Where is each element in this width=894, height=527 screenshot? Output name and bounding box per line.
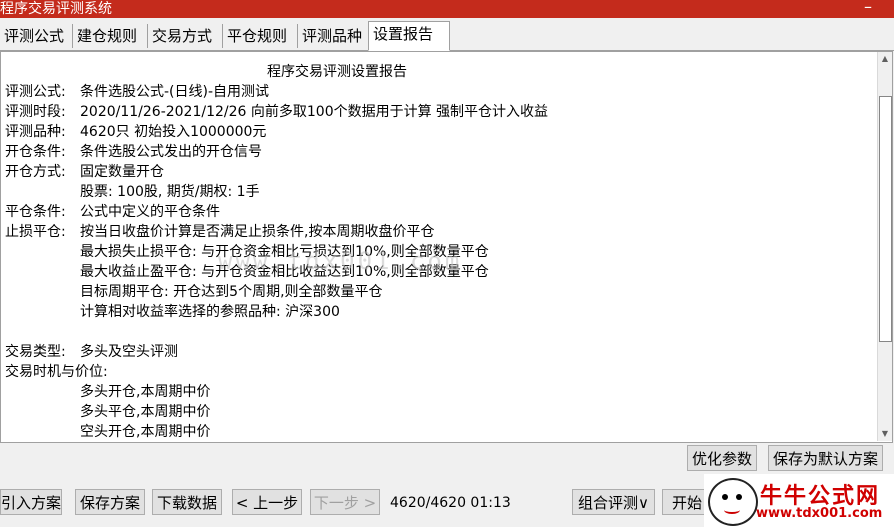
report-line: 评测品种: 4620只 初始投入1000000元 xyxy=(5,122,865,142)
vertical-scrollbar[interactable]: ▲ ▼ xyxy=(877,52,892,441)
report-line-value: 按当日收盘价计算是否满足止损条件,按本周期收盘价平仓 xyxy=(80,224,435,240)
report-line-key: 开仓方式: xyxy=(5,164,66,180)
prev-step-button[interactable]: < 上一步 xyxy=(232,489,302,515)
site-logo: 牛牛公式网 www.tdx001.com xyxy=(704,474,894,527)
minimize-button[interactable]: – xyxy=(864,0,872,16)
report-line-value: 固定数量开仓 xyxy=(80,164,164,180)
report-line-key: 止损平仓: xyxy=(5,224,66,240)
next-step-button[interactable]: 下一步 > xyxy=(310,489,380,515)
report-line-value: 2020/11/26-2021/12/26 向前多取100个数据用于计算 强制平… xyxy=(80,104,549,120)
report-line-key: 交易时机与价位: xyxy=(5,364,108,380)
report-line xyxy=(5,322,865,342)
tab-close-rules[interactable]: 平仓规则 xyxy=(223,24,298,48)
tab-instruments[interactable]: 评测品种 xyxy=(298,24,373,48)
report-line: 多头平仓,本周期中价 xyxy=(5,402,865,422)
progress-status: 4620/4620 01:13 xyxy=(390,495,511,511)
report-line-key: 评测时段: xyxy=(5,104,66,120)
tab-strip: 评测公式 建仓规则 交易方式 平仓规则 评测品种 设置报告 xyxy=(0,21,894,51)
scroll-down-arrow-icon[interactable]: ▼ xyxy=(878,427,892,441)
save-plan-button[interactable]: 保存方案 xyxy=(75,489,145,515)
report-line: 空头开仓,本周期中价 xyxy=(5,422,865,438)
report-line-value: 多头开仓,本周期中价 xyxy=(80,384,211,400)
report-line-value: 多头平仓,本周期中价 xyxy=(80,404,211,420)
cow-mascot-icon xyxy=(708,478,758,526)
report-line-value: 条件选股公式-(日线)-自用测试 xyxy=(80,84,270,100)
scroll-thumb[interactable] xyxy=(879,96,892,342)
report-line-value: 目标周期平仓: 开仓达到5个周期,则全部数量平仓 xyxy=(80,284,383,300)
report-line: 交易时机与价位: xyxy=(5,362,865,382)
report-line: 评测时段: 2020/11/26-2021/12/26 向前多取100个数据用于计… xyxy=(5,102,865,122)
report-line-key: 交易类型: xyxy=(5,344,66,360)
import-plan-button[interactable]: 引入方案 xyxy=(0,489,62,515)
report-line-value: 条件选股公式发出的开仓信号 xyxy=(80,144,262,160)
report-line-key: 开仓条件: xyxy=(5,144,66,160)
logo-url: www.tdx001.com xyxy=(756,506,883,521)
window-title: 程序交易评测系统 xyxy=(0,1,112,17)
report-line: 多头开仓,本周期中价 xyxy=(5,382,865,402)
tab-trade-mode[interactable]: 交易方式 xyxy=(148,24,223,48)
report-line-key: 评测品种: xyxy=(5,124,66,140)
report-line-value: 公式中定义的平仓条件 xyxy=(80,204,220,220)
report-line-value: 空头开仓,本周期中价 xyxy=(80,424,211,438)
report-line: 交易类型: 多头及空头评测 xyxy=(5,342,865,362)
report-line: 止损平仓: 按当日收盘价计算是否满足止损条件,按本周期收盘价平仓 xyxy=(5,222,865,242)
report-line: 计算相对收益率选择的参照品种: 沪深300 xyxy=(5,302,865,322)
report-line-value: 计算相对收益率选择的参照品种: 沪深300 xyxy=(80,304,340,320)
report-line: 平仓条件: 公式中定义的平仓条件 xyxy=(5,202,865,222)
report-line: 开仓方式: 固定数量开仓 xyxy=(5,162,865,182)
save-default-button[interactable]: 保存为默认方案 xyxy=(768,445,883,471)
title-bar: 程序交易评测系统 – xyxy=(0,0,894,18)
report-header: 程序交易评测设置报告 xyxy=(267,64,407,80)
download-data-button[interactable]: 下载数据 xyxy=(152,489,222,515)
report-line-value: 多头及空头评测 xyxy=(80,344,178,360)
report-line-value: 4620只 初始投入1000000元 xyxy=(80,124,267,140)
tab-report[interactable]: 设置报告 xyxy=(368,21,450,51)
report-line: 评测公式: 条件选股公式-(日线)-自用测试 xyxy=(5,82,865,102)
report-line-key: 评测公式: xyxy=(5,84,66,100)
combo-test-dropdown[interactable]: 组合评测∨ xyxy=(572,489,655,515)
optimize-params-button[interactable]: 优化参数 xyxy=(687,445,757,471)
tab-open-rules[interactable]: 建仓规则 xyxy=(73,24,148,48)
scroll-up-arrow-icon[interactable]: ▲ xyxy=(878,52,892,66)
report-line: 开仓条件: 条件选股公式发出的开仓信号 xyxy=(5,142,865,162)
report-line: 目标周期平仓: 开仓达到5个周期,则全部数量平仓 xyxy=(5,282,865,302)
watermark-text: www.tdx001.com xyxy=(218,247,463,275)
report-line-key: 平仓条件: xyxy=(5,204,66,220)
tab-formula[interactable]: 评测公式 xyxy=(0,24,73,48)
report-line: 股票: 100股, 期货/期权: 1手 xyxy=(5,182,865,202)
report-line-value: 股票: 100股, 期货/期权: 1手 xyxy=(80,184,260,200)
